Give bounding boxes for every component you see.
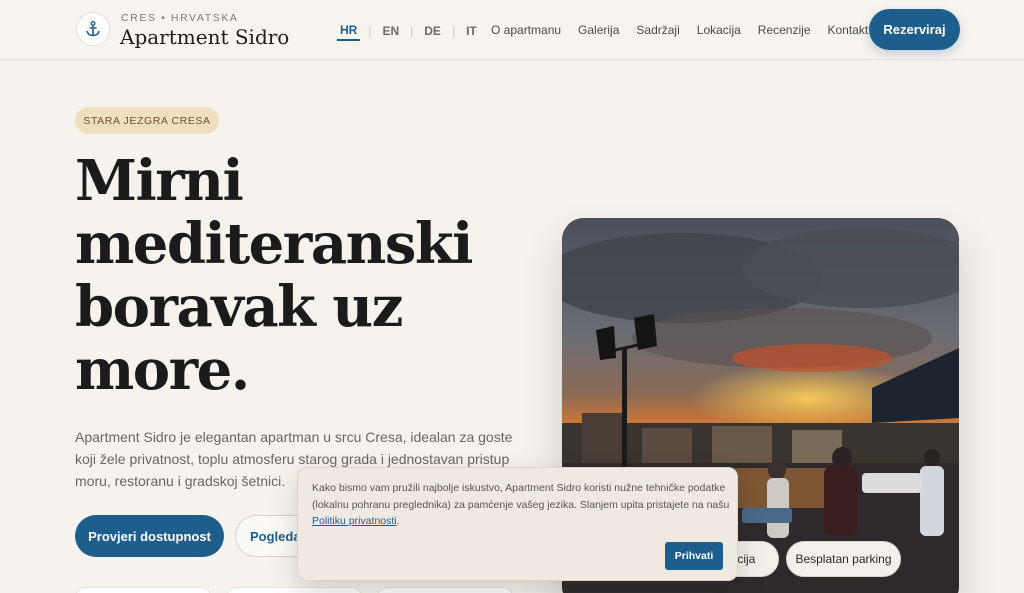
privacy-policy-link[interactable]: Politiku privatnosti: [312, 515, 397, 527]
main-nav: O apartmanu Galerija Sadržaji Lokacija R…: [491, 23, 868, 37]
hero-title: Mirni mediteranski boravak uz more.: [75, 150, 505, 402]
brand-title[interactable]: Apartment Sidro: [120, 25, 289, 49]
nav-item-lokacija[interactable]: Lokacija: [697, 23, 741, 37]
lang-en[interactable]: EN: [379, 22, 402, 40]
brand-subtitle: CRES • HRVATSKA: [121, 12, 239, 24]
feature-tag-parking: Besplatan parking: [786, 541, 901, 577]
lang-de[interactable]: DE: [421, 22, 444, 40]
lang-hr[interactable]: HR: [337, 21, 361, 41]
feature-card: [75, 587, 211, 593]
nav-item-galerija[interactable]: Galerija: [578, 23, 619, 37]
anchor-icon: [86, 21, 100, 37]
location-pill: STARA JEZGRA CRESA: [75, 107, 219, 134]
nav-item-o-apartmanu[interactable]: O apartmanu: [491, 23, 561, 37]
feature-card: [226, 587, 362, 593]
cookie-text-body: Kako bismo vam pružili najbolje iskustvo…: [312, 482, 730, 511]
nav-item-recenzije[interactable]: Recenzije: [758, 23, 811, 37]
hero-title-line: boravak uz: [75, 274, 403, 340]
hero-title-line: mediteranski: [75, 211, 473, 277]
book-button[interactable]: Rezerviraj: [869, 9, 960, 50]
cookie-banner: Kako bismo vam pružili najbolje iskustvo…: [297, 467, 738, 581]
logo[interactable]: [76, 12, 110, 46]
site-header: CRES • HRVATSKA Apartment Sidro HR | EN …: [0, 0, 1024, 60]
language-switcher: HR | EN | DE | IT: [337, 21, 480, 41]
lang-divider: |: [410, 24, 414, 38]
feature-card: [377, 587, 513, 593]
cookie-text-end: .: [396, 515, 400, 527]
check-availability-button[interactable]: Provjeri dostupnost: [75, 515, 224, 557]
lang-it[interactable]: IT: [463, 22, 480, 40]
accept-cookies-button[interactable]: Prihvati: [665, 542, 723, 570]
lang-divider: |: [368, 24, 372, 38]
lang-divider: |: [451, 24, 456, 38]
cookie-text: Kako bismo vam pružili najbolje iskustvo…: [312, 480, 730, 530]
hero-title-line: more.: [75, 337, 250, 403]
nav-item-sadrzaji[interactable]: Sadržaji: [636, 23, 679, 37]
nav-item-kontakt[interactable]: Kontakt: [828, 23, 869, 37]
hero-title-line: Mirni: [75, 148, 244, 214]
